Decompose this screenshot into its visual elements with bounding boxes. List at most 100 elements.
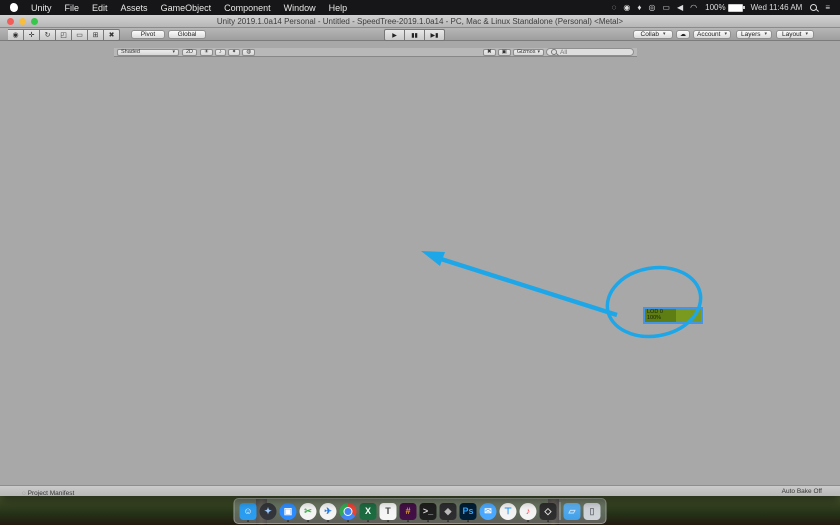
custom-tool-icon[interactable]: ✖ (104, 29, 120, 41)
account-dropdown[interactable]: Account (693, 30, 731, 39)
finder-icon[interactable]: ☺• (240, 503, 257, 520)
status-icons: ◌ ◉ ♦ ◎ ▭ ◀ ◠ (612, 3, 698, 12)
scene-toggles: ☀♪✦◍ (200, 49, 255, 56)
transform-tools: ◉✛↻◰▭⊞✖ (8, 29, 120, 41)
chrome-icon[interactable]: • (340, 503, 357, 520)
running-indicator: • (547, 520, 549, 524)
scene-search-input[interactable]: All (546, 48, 634, 56)
gizmos-label: Gizmos (517, 49, 536, 55)
menu-item[interactable]: GameObject (161, 3, 212, 13)
utility-icon[interactable]: ◆• (440, 503, 457, 520)
scene-audio-toggle-icon[interactable]: ♪ (215, 49, 226, 56)
zoom-icon[interactable]: ▣• (280, 503, 297, 520)
spotlight-search-icon[interactable] (810, 4, 817, 11)
lock-icon[interactable]: ◌ (612, 3, 617, 12)
status-message-text: Project Manifest (28, 490, 75, 497)
collab-label: Collab (641, 31, 659, 38)
scene-view-toolbar: Shaded 2D ☀♪✦◍ ✖▣ Gizmos All (114, 48, 637, 57)
global-toggle[interactable]: Global (168, 30, 206, 39)
desktop-wallpaper: ☺• ✦ ▣• ✂• ✈• • X• T• #• >_• ◆• Ps• (0, 496, 840, 525)
menubar-status-area: ◌ ◉ ♦ ◎ ▭ ◀ ◠ 100% Wed 11:46 AM ≡ (612, 3, 830, 12)
volume-icon[interactable]: ◀ (677, 3, 683, 12)
launchpad-icon[interactable]: ✦ (260, 503, 277, 520)
menu-item[interactable]: Edit (92, 3, 108, 13)
terminal-icon[interactable]: >_• (420, 503, 437, 520)
scale-tool-icon[interactable]: ◰ (56, 29, 72, 41)
move-tool-icon[interactable]: ✛ (24, 29, 40, 41)
pause-button[interactable]: ▮▮ (405, 29, 425, 41)
global-label: Global (178, 31, 197, 38)
running-indicator: • (407, 520, 409, 524)
photoshop-icon[interactable]: Ps• (460, 503, 477, 520)
running-indicator: • (327, 520, 329, 524)
dock-icon-glyph: ▯ (590, 506, 595, 517)
unity-toolbar: ◉✛↻◰▭⊞✖ Pivot Global ▶ ▮▮ ▶▮ Collab ☁ Ac… (0, 28, 840, 41)
dock-icon-glyph: T (385, 506, 391, 516)
auto-bake-status[interactable]: Auto Bake Off (782, 488, 822, 495)
folder-icon[interactable]: ▱ (564, 503, 581, 520)
pixelmator-icon[interactable]: ✂• (300, 503, 317, 520)
menu-item[interactable]: File (65, 3, 80, 13)
running-indicator: • (387, 520, 389, 524)
slack-icon[interactable]: #• (400, 503, 417, 520)
control-center-icon[interactable]: ≡ (825, 3, 830, 12)
cloud-button[interactable]: ☁ (676, 30, 690, 39)
scene-effects-toggle-icon[interactable]: ✦ (228, 49, 241, 56)
running-indicator: • (307, 520, 309, 524)
excel-icon[interactable]: X• (360, 503, 377, 520)
shading-mode-dropdown[interactable]: Shaded (117, 49, 179, 56)
unity-icon[interactable]: ◇• (540, 503, 557, 520)
menu-item[interactable]: Window (284, 3, 316, 13)
safari-icon[interactable]: ✈• (320, 503, 337, 520)
pivot-toggle[interactable]: Pivot (131, 30, 165, 39)
dock-icon-glyph: X (365, 506, 371, 516)
scene-visibility-toggle-icon[interactable]: ◍ (242, 49, 255, 56)
gizmos-dropdown[interactable]: Gizmos (513, 49, 544, 56)
macos-menubar: Unity File Edit Assets GameObject Component Wi… (0, 0, 840, 15)
menubar-clock[interactable]: Wed 11:46 AM (751, 3, 803, 12)
dock-icon-glyph: >_ (423, 506, 433, 516)
music-icon[interactable]: ♪• (520, 503, 537, 520)
menu-item[interactable]: Unity (31, 3, 52, 13)
battery-indicator[interactable]: 100% (705, 3, 742, 12)
transform-tool-icon[interactable]: ⊞ (88, 29, 104, 41)
play-controls: ▶ ▮▮ ▶▮ (384, 29, 445, 41)
menu-item[interactable]: Help (329, 3, 348, 13)
screen: Unity File Edit Assets GameObject Component Wi… (0, 0, 840, 525)
dropbox-icon[interactable]: ♦ (637, 3, 641, 12)
dock-separator[interactable] (560, 502, 561, 520)
step-button[interactable]: ▶▮ (425, 29, 445, 41)
trash-icon[interactable]: ▯ (584, 503, 601, 520)
wifi-icon[interactable]: ◠ (690, 3, 697, 12)
collab-dropdown[interactable]: Collab (633, 30, 673, 39)
airplay-icon[interactable]: ▭ (662, 3, 670, 12)
tool-settings-icon[interactable]: ✖ (483, 49, 496, 56)
apple-menu-icon[interactable] (10, 3, 18, 12)
dock-icon-glyph: Ps (462, 506, 473, 516)
backup-icon[interactable]: ◎ (648, 3, 655, 12)
2d-toggle[interactable]: 2D (182, 49, 197, 56)
running-indicator: • (247, 520, 249, 524)
layers-label: Layers (741, 31, 761, 38)
status-message[interactable]: ◌ Project Manifest (22, 490, 74, 497)
lod-segment[interactable]: LOD 0 100% (644, 308, 702, 323)
scene-lighting-toggle-icon[interactable]: ☀ (200, 49, 213, 56)
layout-dropdown[interactable]: Layout (776, 30, 814, 39)
messages-icon[interactable]: ✉ (480, 503, 497, 520)
battery-percent: 100% (705, 3, 725, 12)
layers-dropdown[interactable]: Layers (736, 30, 772, 39)
2d-label: 2D (186, 49, 193, 55)
search-icon (551, 49, 557, 55)
pages-icon[interactable]: T• (380, 503, 397, 520)
rect-tool-icon[interactable]: ▭ (72, 29, 88, 41)
play-button[interactable]: ▶ (384, 29, 405, 41)
screen-record-icon[interactable]: ◉ (623, 3, 630, 12)
rotate-tool-icon[interactable]: ↻ (40, 29, 56, 41)
keynote-icon[interactable]: ⊤ (500, 503, 517, 520)
camera-settings-icon[interactable]: ▣ (498, 49, 511, 56)
menu-item[interactable]: Component (224, 3, 271, 13)
menu-item[interactable]: Assets (121, 3, 148, 13)
scene-right-icons: ✖▣ (483, 49, 511, 56)
dock-icon-glyph: ⊤ (504, 506, 512, 517)
view-tool-icon[interactable]: ◉ (8, 29, 24, 41)
